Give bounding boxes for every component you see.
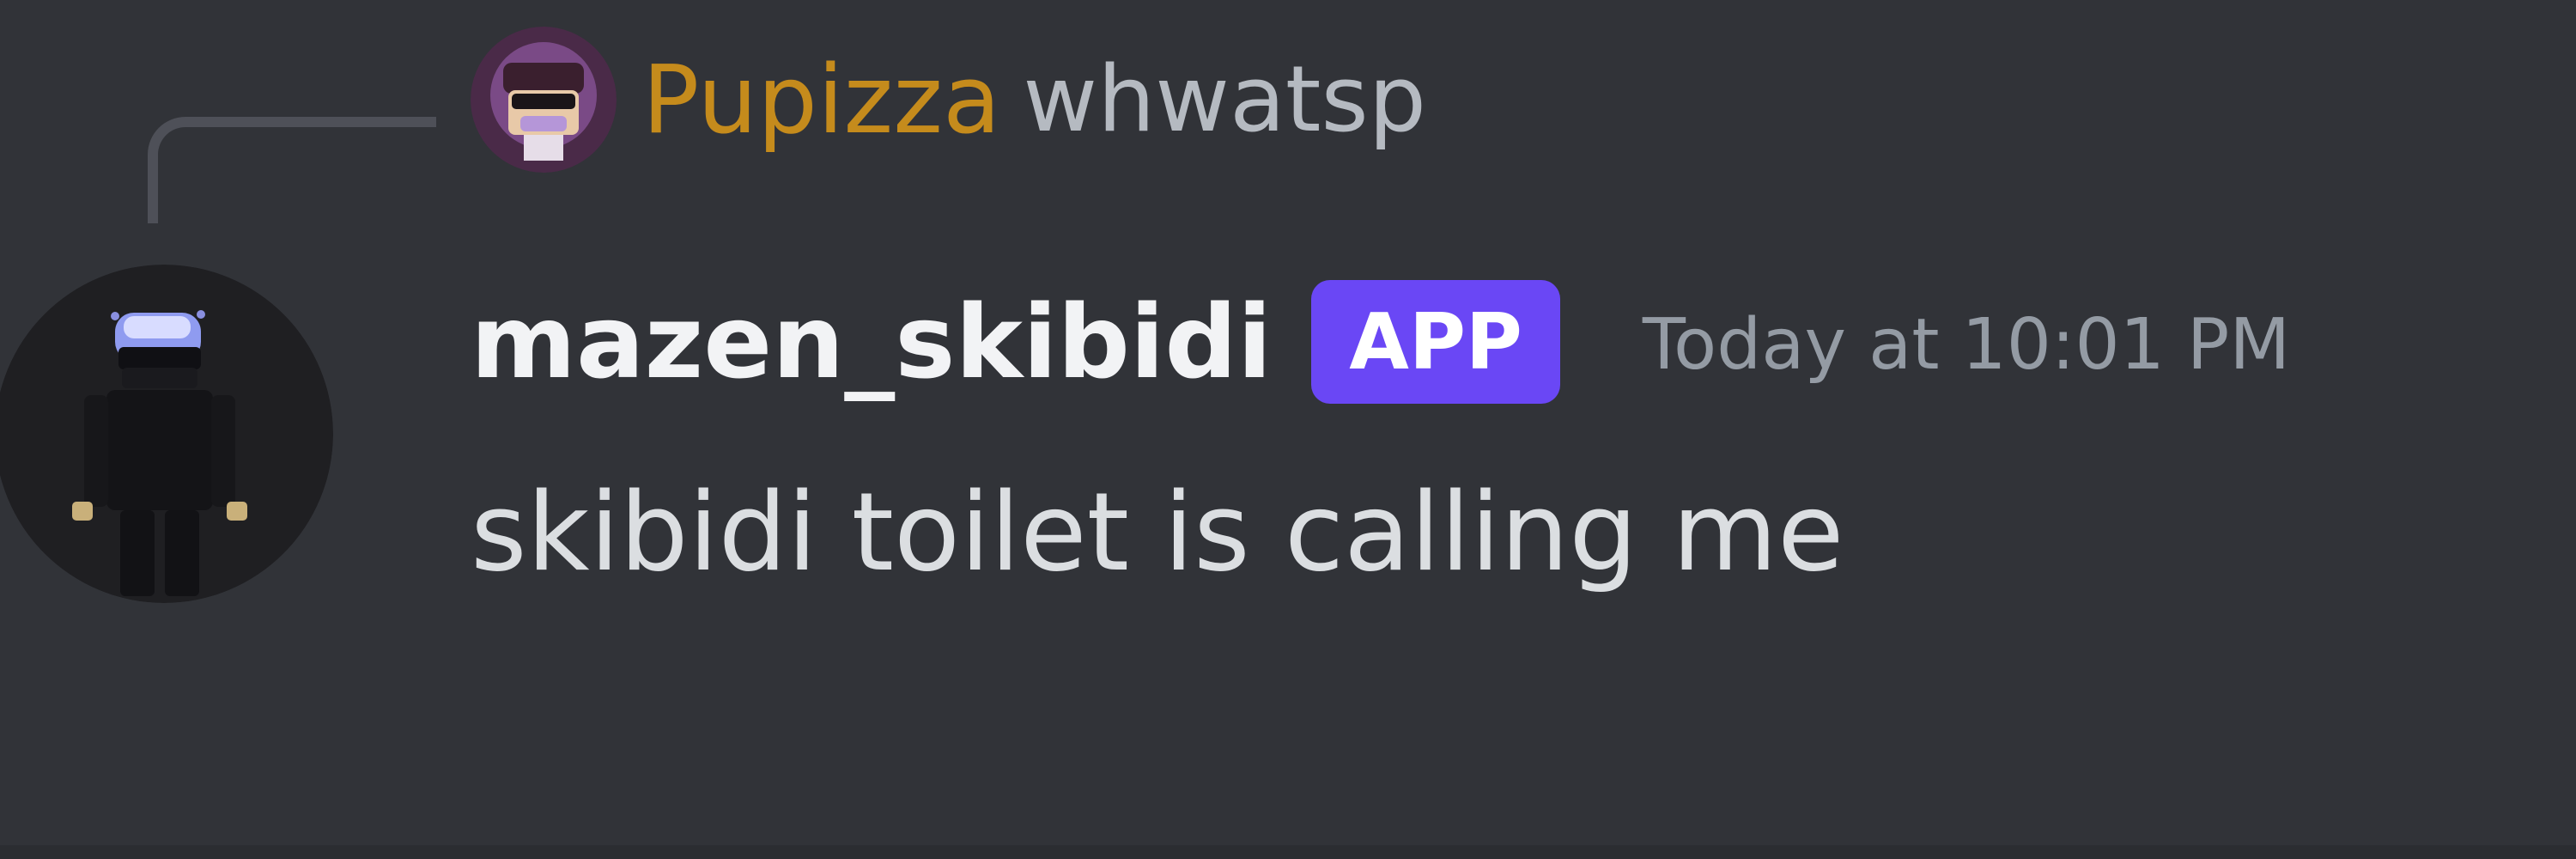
reply-message-text[interactable]: whwatsp [1023, 54, 1426, 145]
mazen-skibidi-avatar-icon[interactable] [0, 265, 333, 603]
message-author-name[interactable]: mazen_skibidi [471, 291, 1272, 393]
pupizza-avatar-icon[interactable] [471, 27, 617, 173]
app-badge: APP [1311, 280, 1560, 404]
message-header: mazen_skibidi APP Today at 10:01 PM [471, 273, 2290, 411]
reply-connector-line [148, 117, 436, 223]
message-content: skibidi toilet is calling me [471, 469, 1844, 595]
reply-preview[interactable]: Pupizza whwatsp [471, 27, 1426, 173]
reply-author-name[interactable]: Pupizza [642, 52, 1000, 147]
bottom-divider [0, 845, 2576, 859]
message-timestamp[interactable]: Today at 10:01 PM [1643, 310, 2290, 381]
